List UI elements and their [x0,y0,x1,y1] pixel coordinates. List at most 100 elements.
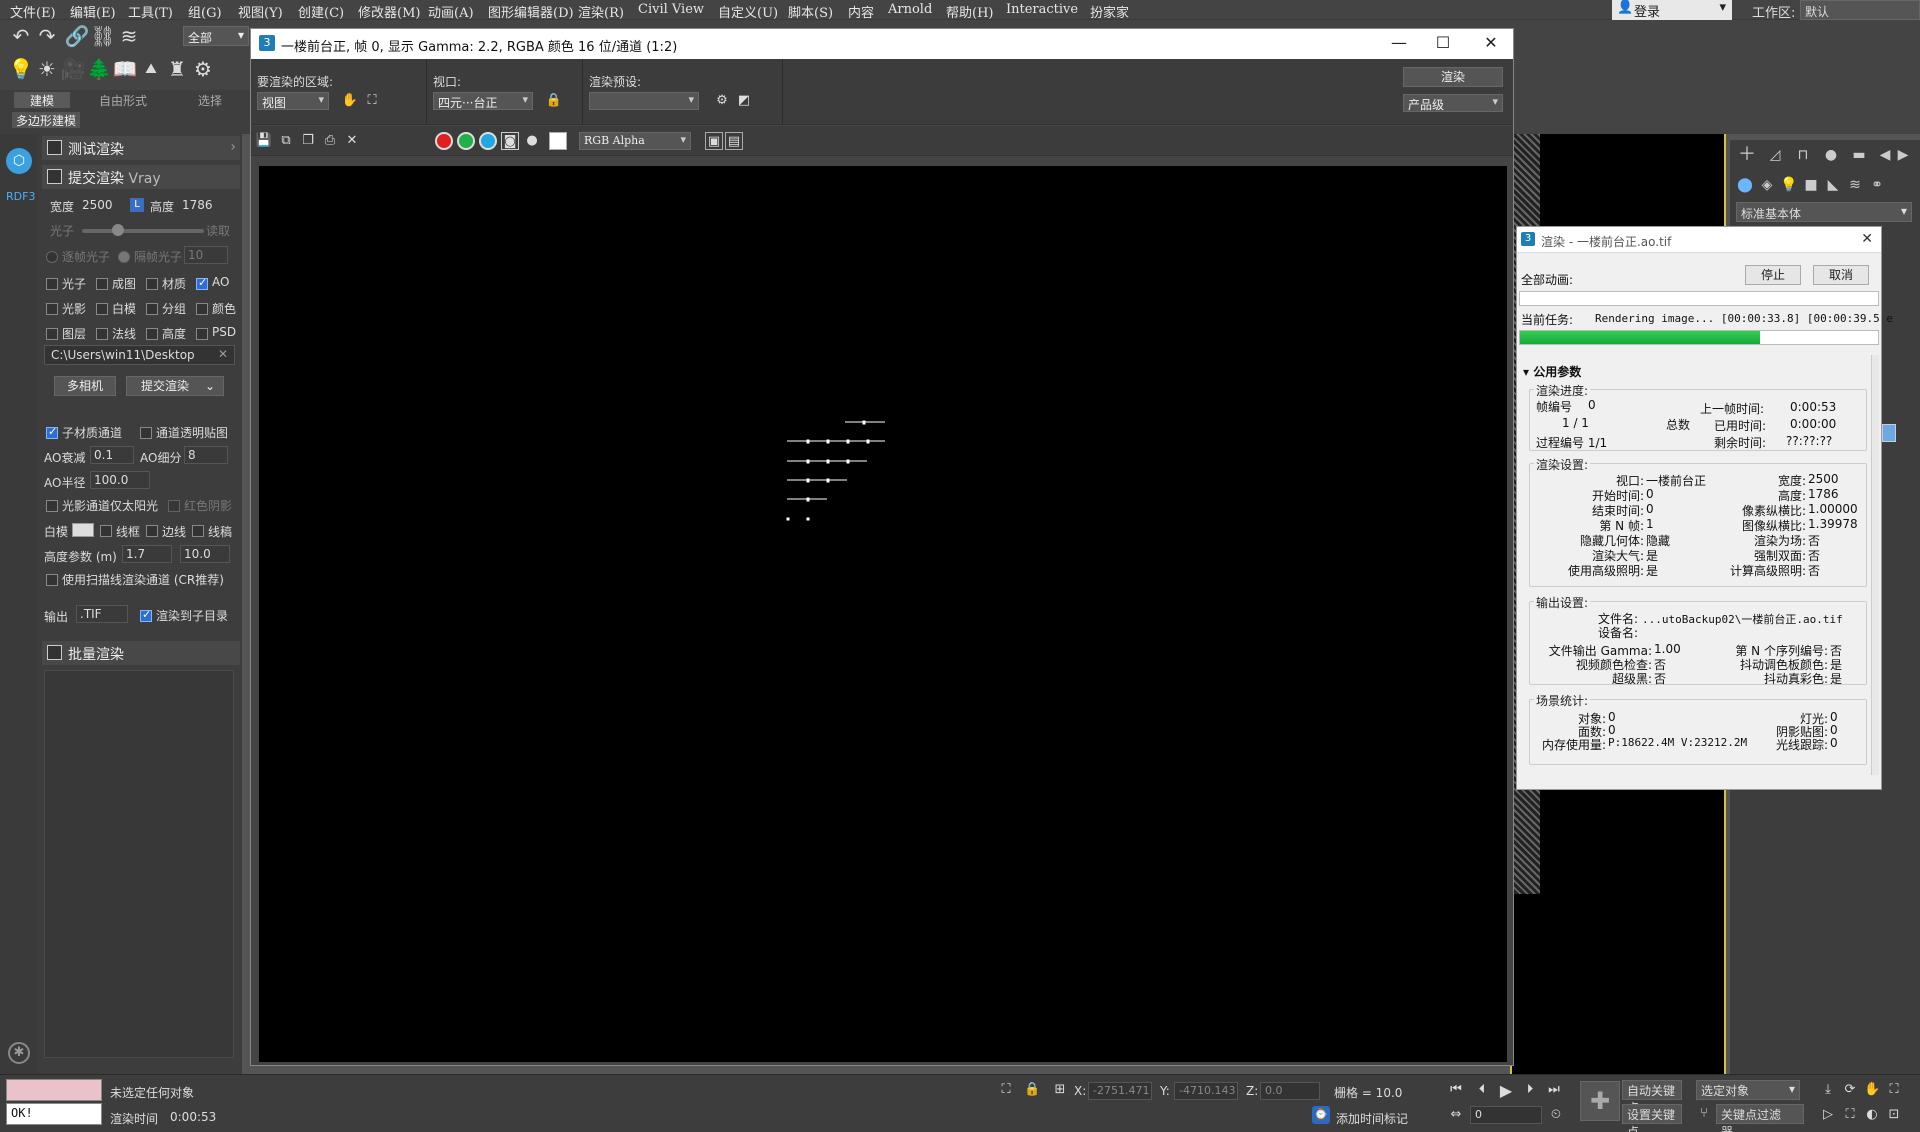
light-sun-only-checkbox[interactable] [46,500,58,512]
chevron-left-icon[interactable]: ◀ [1876,146,1894,164]
menu-view[interactable]: 视图(Y) [238,2,283,21]
menu-customize[interactable]: 自定义(U) [718,2,778,21]
blue-channel-icon[interactable] [479,132,497,150]
alpha-channel-icon[interactable]: ◙ [501,132,519,150]
motion-icon[interactable]: ● [1822,146,1840,164]
stop-button[interactable]: 停止 [1745,265,1801,285]
chevron-right-icon[interactable]: ▶ [1894,146,1912,164]
render-button[interactable]: 渲染 [1403,67,1503,87]
time-tag-icon[interactable]: ⌚ [1312,1106,1330,1124]
maxscript-listener-white[interactable]: OK! [6,1103,102,1125]
pine-icon[interactable]: ⯅ [138,56,164,82]
key-filter-button[interactable]: 关键点过滤器... [1716,1104,1804,1132]
option-checkbox[interactable] [46,278,58,290]
shapes-icon[interactable]: ◈ [1758,176,1776,194]
ao-falloff-input[interactable]: 0.1 [90,446,134,464]
y-coord[interactable]: -4710.143 [1174,1082,1238,1100]
option-checkbox[interactable] [96,278,108,290]
current-frame-input[interactable]: 0 [1470,1106,1542,1124]
play-icon[interactable]: ▶ [1498,1081,1514,1100]
hierarchy-icon[interactable]: ⊓ [1794,146,1812,164]
maxscript-listener-pink[interactable] [6,1079,102,1101]
key-mode-icon[interactable]: ⇔ [1448,1107,1464,1122]
object-type-dropdown[interactable]: 标准基本体 ▾ [1736,202,1912,222]
link-icon[interactable]: 🔗 [64,23,90,49]
prev-frame-icon[interactable]: ⏴ [1474,1082,1490,1097]
menu-group[interactable]: 组(G) [188,2,222,21]
close-icon[interactable]: ✕ [218,347,228,361]
auto-key-button[interactable]: 自动关键点 [1622,1080,1682,1115]
interval-value[interactable]: 10 [184,246,228,264]
orbit-icon[interactable]: ⟳ [1842,1082,1858,1097]
settings-icon[interactable]: ⚙ [190,56,216,82]
redo-icon[interactable]: ↷ [34,23,60,49]
figure-icon[interactable]: ♜ [164,56,190,82]
menu-civil-view[interactable]: Civil View [638,2,704,17]
print-icon[interactable]: ⎙ [321,132,339,150]
scanline-checkbox[interactable] [46,574,58,586]
area-select[interactable]: 视图 [257,92,329,110]
interval-photon-radio[interactable] [118,251,130,263]
set-key-button[interactable]: 设置关键点 [1622,1104,1682,1132]
goto-end-icon[interactable]: ⏭ [1546,1082,1562,1097]
test-render-header[interactable]: 测试渲染 › [42,136,240,160]
ribbon-poly-modeling[interactable]: 多边形建模 [12,112,81,128]
next-frame-icon[interactable]: ⏵ [1522,1082,1538,1097]
helpers-icon[interactable]: ◣ [1824,176,1842,194]
gear-icon[interactable]: ✱ [8,1042,30,1064]
menu-create[interactable]: 创建(C) [298,2,344,21]
display-icon[interactable]: ▬ [1850,146,1868,164]
cameras-icon[interactable]: ■ [1802,176,1820,194]
menu-modifiers[interactable]: 修改器(M) [358,2,420,21]
isolate-icon[interactable]: ⛶ [998,1082,1014,1097]
modify-icon[interactable]: ◿ [1766,146,1784,164]
menu-edit[interactable]: 编辑(E) [70,2,116,21]
menu-file[interactable]: 文件(E) [10,2,56,21]
batch-render-header[interactable]: 批量渲染 [42,641,240,665]
option-checkbox[interactable] [146,328,158,340]
save-icon[interactable]: 💾 [255,132,273,150]
workspace-select[interactable]: 默认 [1800,0,1920,20]
frame-buffer-titlebar[interactable]: 3 一楼前台正, 帧 0, 显示 Gamma: 2.2, RGBA 颜色 16 … [251,29,1513,59]
red-shadow-checkbox[interactable] [168,500,180,512]
fov-icon[interactable]: ▷ [1820,1107,1836,1122]
key-filter-icon[interactable]: ⑂ [1696,1106,1712,1121]
transparent-map-checkbox[interactable] [140,427,152,439]
walk-icon[interactable]: ⛶ [1842,1107,1858,1122]
light-bulb-icon[interactable]: 💡 [8,56,34,82]
read-label[interactable]: 读取 [206,222,230,239]
region-zoom-icon[interactable]: ◐ [1864,1107,1880,1122]
submit-render-button[interactable]: 提交渲染 ⌄ [126,376,224,396]
menu-content[interactable]: 内容 [848,2,874,21]
render-to-subdir-checkbox[interactable] [140,608,152,622]
color-swatch[interactable] [1882,424,1896,442]
swatch-white[interactable] [549,132,567,150]
close-icon[interactable]: ✕ [1861,231,1873,247]
option-checkbox[interactable] [96,328,108,340]
ribbon-tab-modeling[interactable]: 建模 [14,92,70,108]
menu-interactive[interactable]: Interactive [1006,2,1078,17]
min-max-toggle-icon[interactable]: ⊡ [1886,1107,1902,1122]
line-draft-checkbox[interactable] [192,525,204,537]
systems-icon[interactable]: ⚭ [1868,176,1886,194]
height-param-a[interactable]: 1.7 [122,545,172,563]
output-path-input[interactable]: C:\Users\win11\Desktop ✕ [44,345,235,365]
ribbon-tab-freeform[interactable]: 自由形式 [88,92,158,108]
create-plus-icon[interactable]: ＋ [1738,146,1756,164]
quality-select[interactable]: 产品级 [1403,94,1503,112]
add-time-tag[interactable]: 添加时间标记 [1336,1110,1408,1127]
unlink-icon[interactable]: ⛓ [90,23,116,49]
menu-graph-editors[interactable]: 图形编辑器(D) [488,2,574,21]
lock-icon[interactable]: 🔒 [545,92,563,110]
maximize-viewport-icon[interactable]: ⛶ [1886,1082,1902,1097]
set-key-big-icon[interactable]: ✚ [1580,1081,1620,1121]
time-config-icon[interactable]: ⏲ [1548,1107,1564,1122]
option-checkbox[interactable] [146,278,158,290]
close-icon[interactable]: ✕ [1479,33,1503,52]
option-checkbox[interactable] [196,303,208,315]
option-checkbox[interactable] [46,303,58,315]
height-param-b[interactable]: 10.0 [180,545,230,563]
per-frame-photon-radio[interactable] [46,251,58,263]
ribbon-tab-selection[interactable]: 选择 [180,92,240,108]
lock-aspect-button[interactable]: L [130,198,144,212]
